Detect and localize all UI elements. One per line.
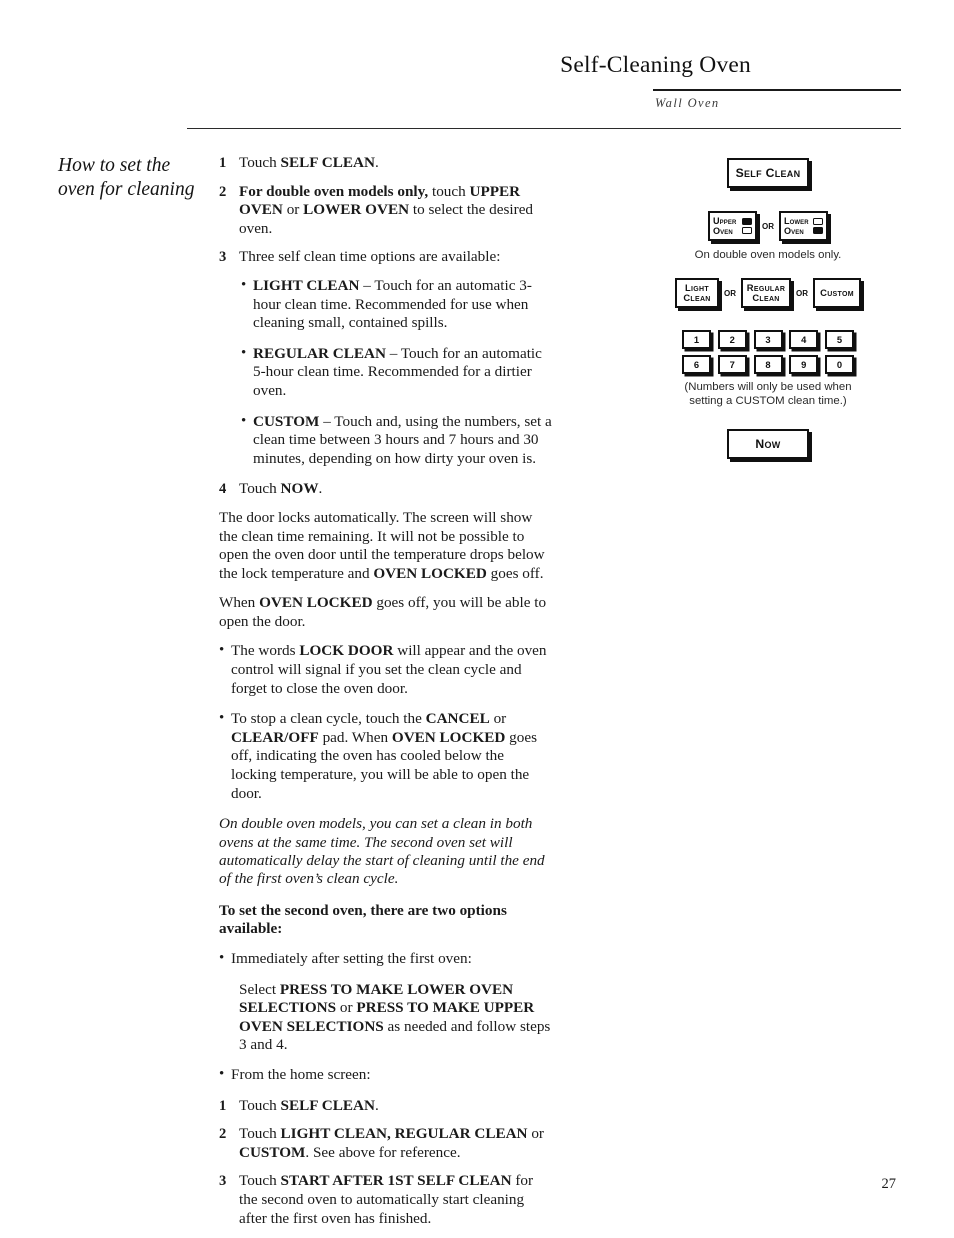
step-2: 2 For double oven models only, touch UPP… bbox=[219, 183, 553, 239]
step-number: 2 bbox=[219, 1126, 227, 1143]
bullet-lock-door: The words LOCK DOOR will appear and the … bbox=[219, 641, 553, 698]
number-key-2[interactable]: 2 bbox=[717, 330, 747, 349]
indicator-light-on-icon bbox=[742, 218, 752, 225]
indicator-light-off-icon bbox=[813, 218, 823, 225]
bullet-term: REGULAR CLEAN bbox=[253, 344, 386, 362]
number-pad-row-2: 6 7 8 9 0 bbox=[682, 355, 854, 374]
title-underline-rule bbox=[653, 89, 901, 92]
step-1: 1 Touch SELF CLEAN. bbox=[219, 154, 553, 173]
page-number: 27 bbox=[881, 1176, 897, 1192]
number-key-9[interactable]: 9 bbox=[789, 355, 819, 374]
custom-button-graphic[interactable]: Custom bbox=[813, 278, 861, 308]
number-key-3[interactable]: 3 bbox=[753, 330, 783, 349]
step-text: Three self clean time options are availa… bbox=[239, 248, 501, 266]
indicator-light-on-icon bbox=[813, 227, 823, 234]
page-title: Self-Cleaning Oven bbox=[560, 52, 751, 78]
control-pad-diagram: Self Clean Upper Oven or Lower Oven On d bbox=[628, 154, 908, 459]
step-number: 3 bbox=[219, 1173, 227, 1190]
bullet-term: CUSTOM bbox=[253, 412, 320, 430]
number-key-4[interactable]: 4 bbox=[789, 330, 819, 349]
indicator-light-off-icon bbox=[742, 227, 752, 234]
double-oven-caption: On double oven models only. bbox=[694, 249, 842, 261]
home-step-1: 1 Touch SELF CLEAN. bbox=[219, 1097, 553, 1116]
step-4: 4 Touch NOW. bbox=[219, 480, 553, 499]
number-pad-row-1: 1 2 3 4 5 bbox=[682, 330, 854, 349]
number-key-0[interactable]: 0 bbox=[825, 355, 854, 374]
self-clean-button-graphic[interactable]: Self Clean bbox=[727, 158, 809, 188]
home-step-3: 3 Touch START AFTER 1ST SELF CLEAN for t… bbox=[219, 1172, 553, 1228]
bullet-regular-clean: REGULAR CLEAN – Touch for an automatic 5… bbox=[219, 344, 553, 401]
heading-second-oven-options: To set the second oven, there are two op… bbox=[219, 901, 507, 938]
or-separator-label-2: or bbox=[724, 287, 736, 299]
numpad-caption: (Numbers will only be used when setting … bbox=[684, 381, 852, 407]
clean-type-row: Light Clean or Regular Clean or Custom bbox=[628, 278, 908, 308]
home-step-2: 2 Touch LIGHT CLEAN, REGULAR CLEAN or CU… bbox=[219, 1125, 553, 1162]
instructions-column: 1 Touch SELF CLEAN. 2 For double oven mo… bbox=[219, 154, 553, 1238]
step-number: 3 bbox=[219, 249, 227, 266]
step-text: Touch LIGHT CLEAN, REGULAR CLEAN or CUST… bbox=[239, 1125, 544, 1161]
step-number: 2 bbox=[219, 183, 227, 200]
regular-clean-button-graphic[interactable]: Regular Clean bbox=[741, 278, 791, 308]
bullet-stop-clean-cycle: To stop a clean cycle, touch the CANCEL … bbox=[219, 709, 553, 803]
step-number: 1 bbox=[219, 155, 227, 171]
number-key-6[interactable]: 6 bbox=[682, 355, 711, 374]
page-subtitle: Wall Oven bbox=[655, 96, 720, 110]
or-separator-label-3: or bbox=[796, 287, 808, 299]
header-divider-rule bbox=[187, 128, 901, 130]
upper-oven-indicator-lights bbox=[742, 218, 752, 234]
oven-select-row: Upper Oven or Lower Oven bbox=[628, 211, 908, 241]
or-separator-label-1: or bbox=[762, 220, 774, 232]
lower-oven-button-graphic[interactable]: Lower Oven bbox=[779, 211, 828, 241]
step-text: Touch SELF CLEAN. bbox=[239, 154, 379, 171]
now-button-graphic[interactable]: Now bbox=[727, 429, 809, 459]
step-text: Touch NOW. bbox=[239, 480, 323, 498]
bullet-custom: CUSTOM – Touch and, using the numbers, s… bbox=[219, 412, 553, 469]
paragraph-oven-unlocked: When OVEN LOCKED goes off, you will be a… bbox=[219, 594, 547, 630]
note-double-oven: On double oven models, you can set a cle… bbox=[219, 815, 545, 888]
lower-oven-label: Lower Oven bbox=[784, 215, 809, 237]
step-text: Touch SELF CLEAN. bbox=[239, 1096, 379, 1114]
number-key-5[interactable]: 5 bbox=[825, 330, 854, 349]
number-pad: 1 2 3 4 5 6 7 8 9 0 (Numbers will only b… bbox=[682, 330, 854, 408]
step-number: 1 bbox=[219, 1097, 227, 1114]
step-text: Touch START AFTER 1ST SELF CLEAN for the… bbox=[239, 1172, 534, 1227]
bullet-light-clean: LIGHT CLEAN – Touch for an automatic 3-h… bbox=[219, 276, 553, 333]
section-heading: How to set the oven for cleaning bbox=[58, 155, 195, 200]
number-key-7[interactable]: 7 bbox=[717, 355, 747, 374]
paragraph-door-locks: The door locks automatically. The screen… bbox=[219, 508, 545, 582]
number-key-8[interactable]: 8 bbox=[753, 355, 783, 374]
lower-oven-indicator-lights bbox=[813, 218, 823, 234]
light-clean-button-graphic[interactable]: Light Clean bbox=[675, 278, 719, 308]
number-key-1[interactable]: 1 bbox=[682, 330, 711, 349]
bullet-term: LIGHT CLEAN bbox=[253, 276, 360, 294]
page-header: Self-Cleaning Oven Wall Oven bbox=[0, 0, 954, 140]
upper-oven-button-graphic[interactable]: Upper Oven bbox=[708, 211, 757, 241]
bullet-from-home-screen: From the home screen: bbox=[219, 1065, 553, 1085]
step-number: 4 bbox=[219, 481, 227, 498]
paragraph-press-to-make-selections: Select PRESS TO MAKE LOWER OVEN SELECTIO… bbox=[239, 980, 551, 1054]
step-text: For double oven models only, touch UPPER… bbox=[239, 182, 534, 237]
bullet-immediately-after: Immediately after setting the first oven… bbox=[219, 949, 553, 969]
step-3: 3 Three self clean time options are avai… bbox=[219, 248, 553, 267]
upper-oven-label: Upper Oven bbox=[713, 215, 737, 237]
